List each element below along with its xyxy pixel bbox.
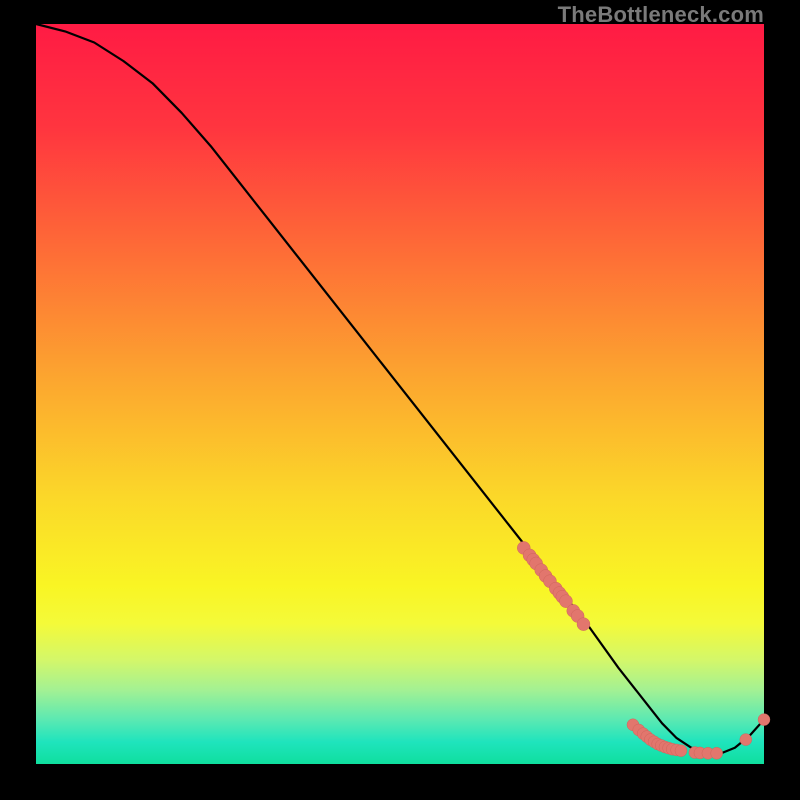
- data-marker: [758, 714, 770, 726]
- marker-cluster-min: [627, 714, 770, 760]
- bottleneck-curve-line: [36, 24, 764, 754]
- marker-cluster-slope: [517, 541, 590, 630]
- data-marker: [740, 734, 752, 746]
- chart-svg: [36, 24, 764, 764]
- data-marker: [675, 745, 687, 757]
- chart-frame: TheBottleneck.com: [0, 0, 800, 800]
- data-marker: [577, 618, 590, 631]
- data-marker: [711, 747, 723, 759]
- plot-area: [36, 24, 764, 764]
